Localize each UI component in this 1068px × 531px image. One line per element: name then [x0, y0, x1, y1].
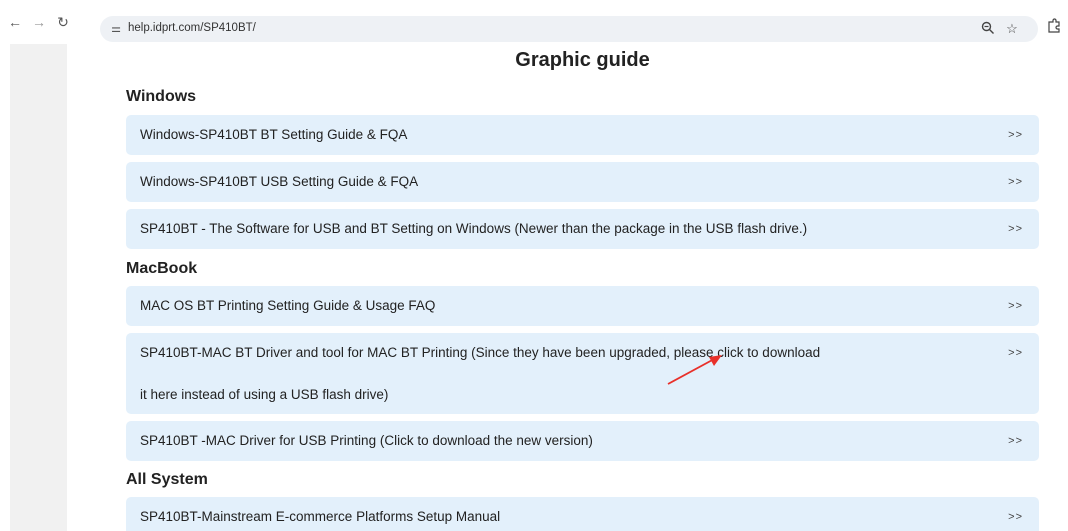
extensions-icon-svg: [1048, 18, 1060, 33]
chevron-right-icon: >>: [1008, 347, 1023, 359]
guide-link-windows-software[interactable]: SP410BT - The Software for USB and BT Se…: [126, 209, 1039, 249]
section-heading-windows: Windows: [126, 88, 197, 105]
bookmark-star-icon[interactable]: ☆: [1004, 21, 1020, 37]
forward-arrow-icon[interactable]: →: [30, 13, 48, 31]
chevron-right-icon: >>: [1008, 223, 1023, 235]
guide-link-label: SP410BT-MAC BT Driver and tool for MAC B…: [140, 345, 821, 360]
site-info-icon[interactable]: ⚌: [108, 21, 124, 37]
address-bar[interactable]: ⚌ help.idprt.com/SP410BT/ ☆: [100, 16, 1038, 42]
chevron-right-icon: >>: [1008, 435, 1023, 447]
browser-toolbar: ← → ↻ ⚌ help.idprt.com/SP410BT/ ☆: [0, 0, 1068, 44]
section-heading-macbook: MacBook: [126, 260, 198, 277]
back-arrow-icon[interactable]: ←: [6, 13, 24, 31]
guide-link-ecommerce-setup-manual[interactable]: SP410BT-Mainstream E-commerce Platforms …: [126, 497, 1039, 531]
zoom-icon-svg: [981, 21, 994, 34]
guide-link-label: MAC OS BT Printing Setting Guide & Usage…: [140, 298, 436, 313]
left-sidebar-panel: [10, 44, 67, 531]
guide-link-mac-bt-driver[interactable]: SP410BT-MAC BT Driver and tool for MAC B…: [126, 333, 1039, 414]
guide-link-windows-usb-setting[interactable]: Windows-SP410BT USB Setting Guide & FQA …: [126, 162, 1039, 202]
guide-link-label: Windows-SP410BT BT Setting Guide & FQA: [140, 127, 408, 142]
section-heading-all-system: All System: [126, 471, 208, 488]
guide-link-mac-bt-printing[interactable]: MAC OS BT Printing Setting Guide & Usage…: [126, 286, 1039, 326]
page-title: Graphic guide: [515, 49, 650, 71]
guide-link-label-line2: it here instead of using a USB flash dri…: [140, 387, 389, 402]
chevron-right-icon: >>: [1008, 129, 1023, 141]
extensions-icon[interactable]: [1044, 18, 1064, 38]
chevron-right-icon: >>: [1008, 511, 1023, 523]
guide-link-label: SP410BT - The Software for USB and BT Se…: [140, 221, 808, 236]
guide-link-windows-bt-setting[interactable]: Windows-SP410BT BT Setting Guide & FQA >…: [126, 115, 1039, 155]
guide-link-mac-usb-driver[interactable]: SP410BT -MAC Driver for USB Printing (Cl…: [126, 421, 1039, 461]
chevron-right-icon: >>: [1008, 176, 1023, 188]
guide-link-label: SP410BT -MAC Driver for USB Printing (Cl…: [140, 433, 593, 448]
reload-icon[interactable]: ↻: [54, 13, 72, 31]
url-text[interactable]: help.idprt.com/SP410BT/: [128, 22, 256, 34]
guide-link-label: Windows-SP410BT USB Setting Guide & FQA: [140, 174, 419, 189]
guide-link-label: SP410BT-Mainstream E-commerce Platforms …: [140, 509, 501, 524]
chevron-right-icon: >>: [1008, 300, 1023, 312]
zoom-icon[interactable]: [980, 21, 996, 37]
